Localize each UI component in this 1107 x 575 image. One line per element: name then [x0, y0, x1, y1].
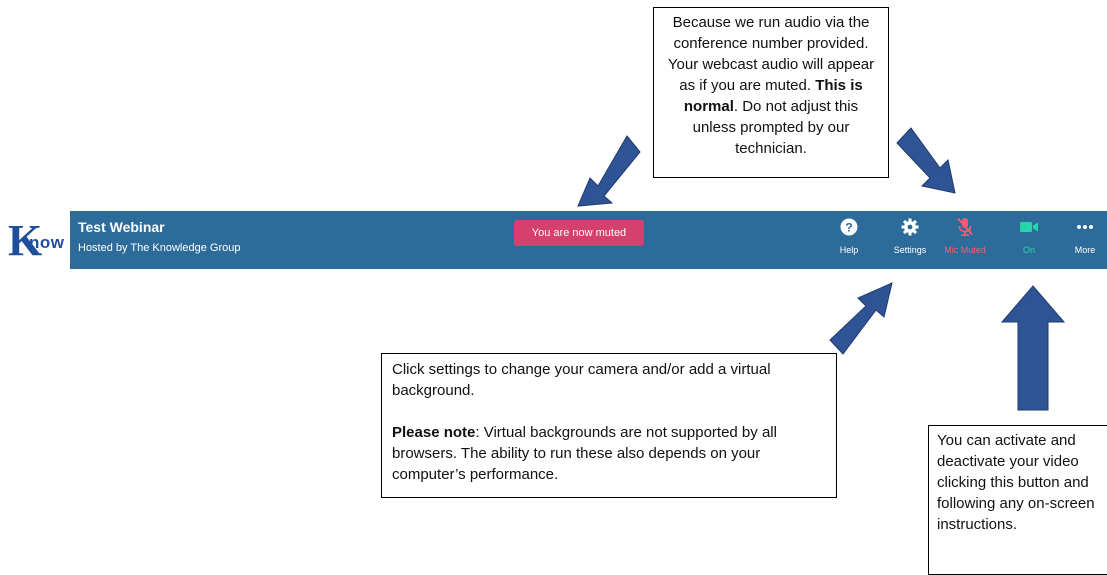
settings-label: Settings [893, 245, 927, 255]
arrow-to-toast [577, 135, 641, 207]
video-on-button[interactable]: On [1002, 217, 1056, 263]
callout-mid-bold: Please note [392, 424, 476, 441]
settings-button[interactable]: Settings [883, 217, 937, 263]
meeting-host: Hosted by The Knowledge Group [78, 242, 241, 254]
muted-toast-text: You are now muted [531, 227, 627, 239]
help-label: Help [839, 245, 859, 255]
mic-muted-button[interactable]: Mic Muted [938, 217, 992, 263]
arrow-to-mic [896, 127, 956, 194]
arrow-to-settings [829, 282, 893, 355]
meeting-title: Test Webinar [78, 219, 165, 235]
question-circle-icon: ? [839, 217, 859, 237]
help-button[interactable]: ? Help [822, 217, 876, 263]
mic-muted-icon [955, 217, 975, 237]
callout-audio-muted-note: Because we run audio via the conference … [653, 7, 889, 178]
arrow-to-video [1000, 285, 1066, 411]
video-on-label: On [1022, 245, 1035, 255]
more-label: More [1074, 245, 1096, 255]
callout-video-note: You can activate and deactivate your vid… [928, 425, 1107, 575]
know-logo: K now [0, 211, 70, 269]
callout-right-text: You can activate and deactivate your vid… [937, 432, 1095, 533]
callout-settings-note: Click settings to change your camera and… [381, 353, 837, 498]
muted-toast: You are now muted [514, 220, 644, 246]
mic-muted-label: Mic Muted [944, 245, 986, 255]
logo-letters-now: now [29, 233, 65, 252]
more-button[interactable]: More [1058, 217, 1107, 263]
callout-mid-para2: Please note: Virtual backgrounds are not… [392, 422, 826, 485]
svg-text:?: ? [845, 221, 852, 235]
gear-icon [900, 217, 920, 237]
callout-mid-line1: Click settings to change your camera and… [392, 361, 771, 399]
meeting-top-bar: Test Webinar Hosted by The Knowledge Gro… [70, 211, 1107, 269]
video-camera-icon [1019, 217, 1039, 237]
more-dots-icon [1075, 217, 1095, 237]
